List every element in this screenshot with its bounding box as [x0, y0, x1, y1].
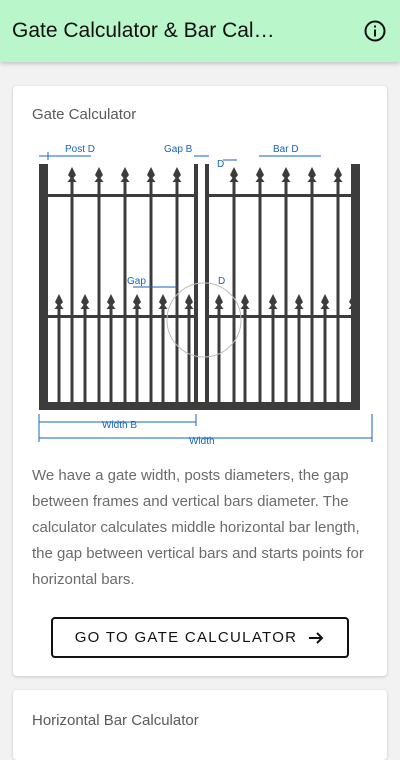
bar-spike: [307, 167, 317, 182]
gate-description: We have a gate width, posts diameters, t…: [32, 467, 364, 588]
bar-spike: [214, 294, 224, 309]
short-bar: [297, 305, 301, 402]
bar-spike: [281, 167, 291, 182]
tall-bar: [232, 178, 236, 402]
right-middle-rail: [205, 315, 351, 318]
short-bar: [57, 305, 61, 402]
tall-bar: [258, 178, 262, 402]
bar-spike: [146, 167, 156, 182]
left-leaf-stile: [194, 164, 198, 410]
tall-bar: [149, 178, 153, 402]
tall-bar: [310, 178, 314, 402]
tall-bar: [284, 178, 288, 402]
label-gap: Gap: [127, 276, 146, 287]
tall-bar: [70, 178, 74, 402]
bottom-rail: [48, 402, 351, 410]
tall-bar: [97, 178, 101, 402]
bar-spike: [240, 294, 250, 309]
bar-spike: [184, 294, 194, 309]
app-title: Gate Calculator & Bar Cal…: [12, 19, 275, 42]
bar-spike: [67, 167, 77, 182]
bar-spike: [333, 167, 343, 182]
short-bar: [109, 305, 113, 402]
right-top-rail: [205, 194, 351, 197]
button-label: GO TO GATE CALCULATOR: [74, 629, 298, 646]
bar-spike: [294, 294, 304, 309]
tall-bar: [175, 178, 179, 402]
short-bar: [135, 305, 139, 402]
arrow-right-icon: [309, 631, 324, 644]
card-title: Gate Calculator: [32, 106, 137, 123]
short-bar: [323, 305, 327, 402]
left-post: [39, 164, 48, 410]
horizontal-bar-calculator-card[interactable]: Horizontal Bar Calculator: [13, 690, 387, 760]
bar-spike: [106, 294, 116, 309]
short-bar: [83, 305, 87, 402]
label-gap-b: Gap B: [164, 144, 193, 155]
info-circle-icon: [364, 20, 386, 42]
gate-diagram: Post D Gap B Bar D D Gap D Width B Width: [38, 144, 373, 447]
card-title-bar: Horizontal Bar Calculator: [32, 712, 199, 729]
tall-bar: [336, 178, 340, 402]
label-width-b: Width B: [102, 420, 137, 431]
info-button[interactable]: [362, 18, 388, 44]
bar-spike: [172, 167, 182, 182]
left-middle-rail: [48, 315, 196, 318]
short-bar: [351, 305, 355, 402]
bar-spike: [229, 167, 239, 182]
bar-spike: [158, 294, 168, 309]
tall-bar: [123, 178, 127, 402]
short-bar: [271, 305, 275, 402]
bar-spike: [320, 294, 330, 309]
bar-spike: [54, 294, 64, 309]
bar-spike: [120, 167, 130, 182]
label-bar-d: Bar D: [273, 144, 299, 155]
label-d-mid: D: [218, 276, 225, 287]
left-top-rail: [48, 194, 196, 197]
label-width: Width: [189, 436, 215, 447]
label-d-top: D: [217, 159, 224, 170]
short-bar: [161, 305, 165, 402]
app-bar: Gate Calculator & Bar Cal…: [0, 0, 400, 62]
gate-calculator-card: Gate Calculator Post D Gap B Bar D D Gap…: [13, 86, 387, 676]
bar-spike: [255, 167, 265, 182]
go-to-gate-calculator-button[interactable]: GO TO GATE CALCULATOR: [51, 617, 349, 658]
short-bar: [243, 305, 247, 402]
bar-spike: [132, 294, 142, 309]
label-post-d: Post D: [65, 144, 95, 155]
bar-spike: [94, 167, 104, 182]
bar-spike: [268, 294, 278, 309]
bar-spike: [80, 294, 90, 309]
right-leaf-stile: [205, 164, 209, 410]
